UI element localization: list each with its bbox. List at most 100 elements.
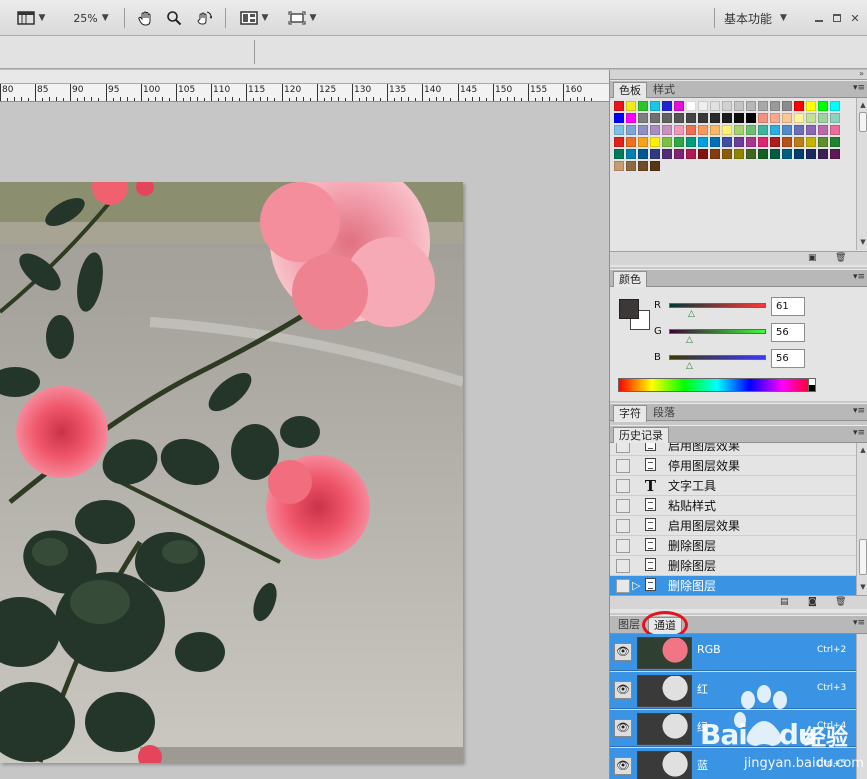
tab-paragraph[interactable]: 段落 <box>648 405 680 422</box>
history-scrollbar[interactable]: ▲ ▼ <box>856 443 867 595</box>
panel-menu-icon[interactable]: ▾≡ <box>853 428 865 438</box>
history-brush-source-checkbox[interactable] <box>616 559 630 573</box>
color-swatch[interactable] <box>758 125 768 135</box>
color-swatch[interactable] <box>614 161 624 171</box>
color-swatch[interactable] <box>698 125 708 135</box>
color-swatch[interactable] <box>818 125 828 135</box>
history-brush-source-checkbox[interactable] <box>616 499 630 513</box>
channel-value-field[interactable]: 56 <box>771 323 805 342</box>
color-swatch[interactable] <box>734 101 744 111</box>
channel-value-field[interactable]: 56 <box>771 349 805 368</box>
scroll-up-icon[interactable]: ▲ <box>858 445 867 455</box>
history-state-item[interactable]: 启用图层效果 <box>610 443 856 456</box>
color-swatch[interactable] <box>626 161 636 171</box>
scrollbar-thumb[interactable] <box>859 539 867 575</box>
color-swatch[interactable] <box>650 149 660 159</box>
color-swatch[interactable] <box>662 125 672 135</box>
trash-icon[interactable]: 🗑 <box>835 253 846 263</box>
color-swatch[interactable] <box>626 125 636 135</box>
history-brush-source-checkbox[interactable] <box>616 443 630 453</box>
workspace-switcher[interactable]: 基本功能 ▼ <box>724 8 800 28</box>
history-brush-source-checkbox[interactable] <box>616 459 630 473</box>
visibility-eye-icon[interactable]: 👁 <box>614 719 632 737</box>
tab-color[interactable]: 颜色 <box>613 271 647 288</box>
color-swatch[interactable] <box>722 137 732 147</box>
panel-menu-icon[interactable]: ▾≡ <box>853 406 865 416</box>
color-swatch[interactable] <box>734 149 744 159</box>
panel-menu-icon[interactable]: ▾≡ <box>853 618 865 628</box>
history-state-item[interactable]: 粘贴样式 <box>610 496 856 516</box>
snapshot-icon[interactable]: ◙ <box>808 597 817 607</box>
color-swatch[interactable] <box>650 101 660 111</box>
color-swatch[interactable] <box>686 149 696 159</box>
color-swatch[interactable] <box>830 125 840 135</box>
channel-row[interactable]: 👁 蓝 Ctrl+5 <box>610 748 856 779</box>
color-swatch[interactable] <box>794 113 804 123</box>
color-swatch[interactable] <box>782 137 792 147</box>
history-state-item[interactable]: 停用图层效果 <box>610 456 856 476</box>
spectrum-black-white[interactable] <box>808 378 816 392</box>
document-canvas-area[interactable]: 80 85 90 95 100 105 110 115 120 125 130 135 140 145 15… <box>0 70 609 779</box>
color-swatch[interactable] <box>614 137 624 147</box>
zoom-level-dropdown[interactable]: 25% ▼ <box>68 8 114 28</box>
slider-track[interactable] <box>669 329 766 334</box>
color-swatch[interactable] <box>746 149 756 159</box>
channels-scrollbar[interactable] <box>856 634 867 779</box>
color-swatch[interactable] <box>626 113 636 123</box>
color-swatch[interactable] <box>770 113 780 123</box>
color-swatch[interactable] <box>686 137 696 147</box>
color-swatch[interactable] <box>626 101 636 111</box>
channel-row[interactable]: 👁 RGB Ctrl+2 <box>610 634 856 671</box>
color-swatch[interactable] <box>674 125 684 135</box>
color-swatch[interactable] <box>770 125 780 135</box>
color-swatch[interactable] <box>638 113 648 123</box>
color-swatch[interactable] <box>674 101 684 111</box>
color-swatch[interactable] <box>806 149 816 159</box>
color-swatch[interactable] <box>698 101 708 111</box>
color-swatch[interactable] <box>734 137 744 147</box>
color-swatch[interactable] <box>782 101 792 111</box>
color-swatch[interactable] <box>782 113 792 123</box>
color-swatch[interactable] <box>686 101 696 111</box>
color-swatch[interactable] <box>638 161 648 171</box>
color-swatch[interactable] <box>614 113 624 123</box>
color-swatch[interactable] <box>650 161 660 171</box>
slider-track[interactable] <box>669 303 766 308</box>
color-swatch[interactable] <box>818 149 828 159</box>
color-swatch[interactable] <box>722 113 732 123</box>
color-swatch[interactable] <box>722 101 732 111</box>
color-swatch[interactable] <box>638 137 648 147</box>
color-swatch[interactable] <box>638 149 648 159</box>
color-swatch[interactable] <box>722 125 732 135</box>
color-swatch[interactable] <box>638 101 648 111</box>
horizontal-ruler[interactable]: 80 85 90 95 100 105 110 115 120 125 130 135 140 145 15… <box>0 84 609 102</box>
color-swatch[interactable] <box>686 125 696 135</box>
visibility-eye-icon[interactable]: 👁 <box>614 757 632 775</box>
color-swatch[interactable] <box>674 113 684 123</box>
hand-tool-button[interactable] <box>136 8 156 28</box>
color-swatch[interactable] <box>698 113 708 123</box>
color-spectrum-bar[interactable] <box>618 378 816 392</box>
color-swatch[interactable] <box>614 149 624 159</box>
minimize-button[interactable] <box>812 8 826 28</box>
tab-styles[interactable]: 样式 <box>648 82 680 99</box>
color-swatch[interactable] <box>710 149 720 159</box>
history-brush-source-checkbox[interactable] <box>616 579 630 593</box>
color-swatch[interactable] <box>626 137 636 147</box>
history-state-item[interactable]: 启用图层效果 <box>610 516 856 536</box>
color-swatch[interactable] <box>806 125 816 135</box>
panel-menu-icon[interactable]: ▾≡ <box>853 83 865 93</box>
history-brush-source-checkbox[interactable] <box>616 479 630 493</box>
color-swatch[interactable] <box>770 101 780 111</box>
color-swatch[interactable] <box>710 137 720 147</box>
color-swatch[interactable] <box>806 137 816 147</box>
trash-icon[interactable]: 🗑 <box>835 597 846 607</box>
close-button[interactable]: ✕ <box>848 8 862 28</box>
color-swatch[interactable] <box>758 137 768 147</box>
color-swatch[interactable] <box>662 137 672 147</box>
history-state-item[interactable]: 删除图层 <box>610 556 856 576</box>
color-swatch[interactable] <box>662 149 672 159</box>
color-swatch[interactable] <box>806 113 816 123</box>
dock-collapse-bar[interactable]: » <box>610 69 867 80</box>
color-swatch[interactable] <box>626 149 636 159</box>
